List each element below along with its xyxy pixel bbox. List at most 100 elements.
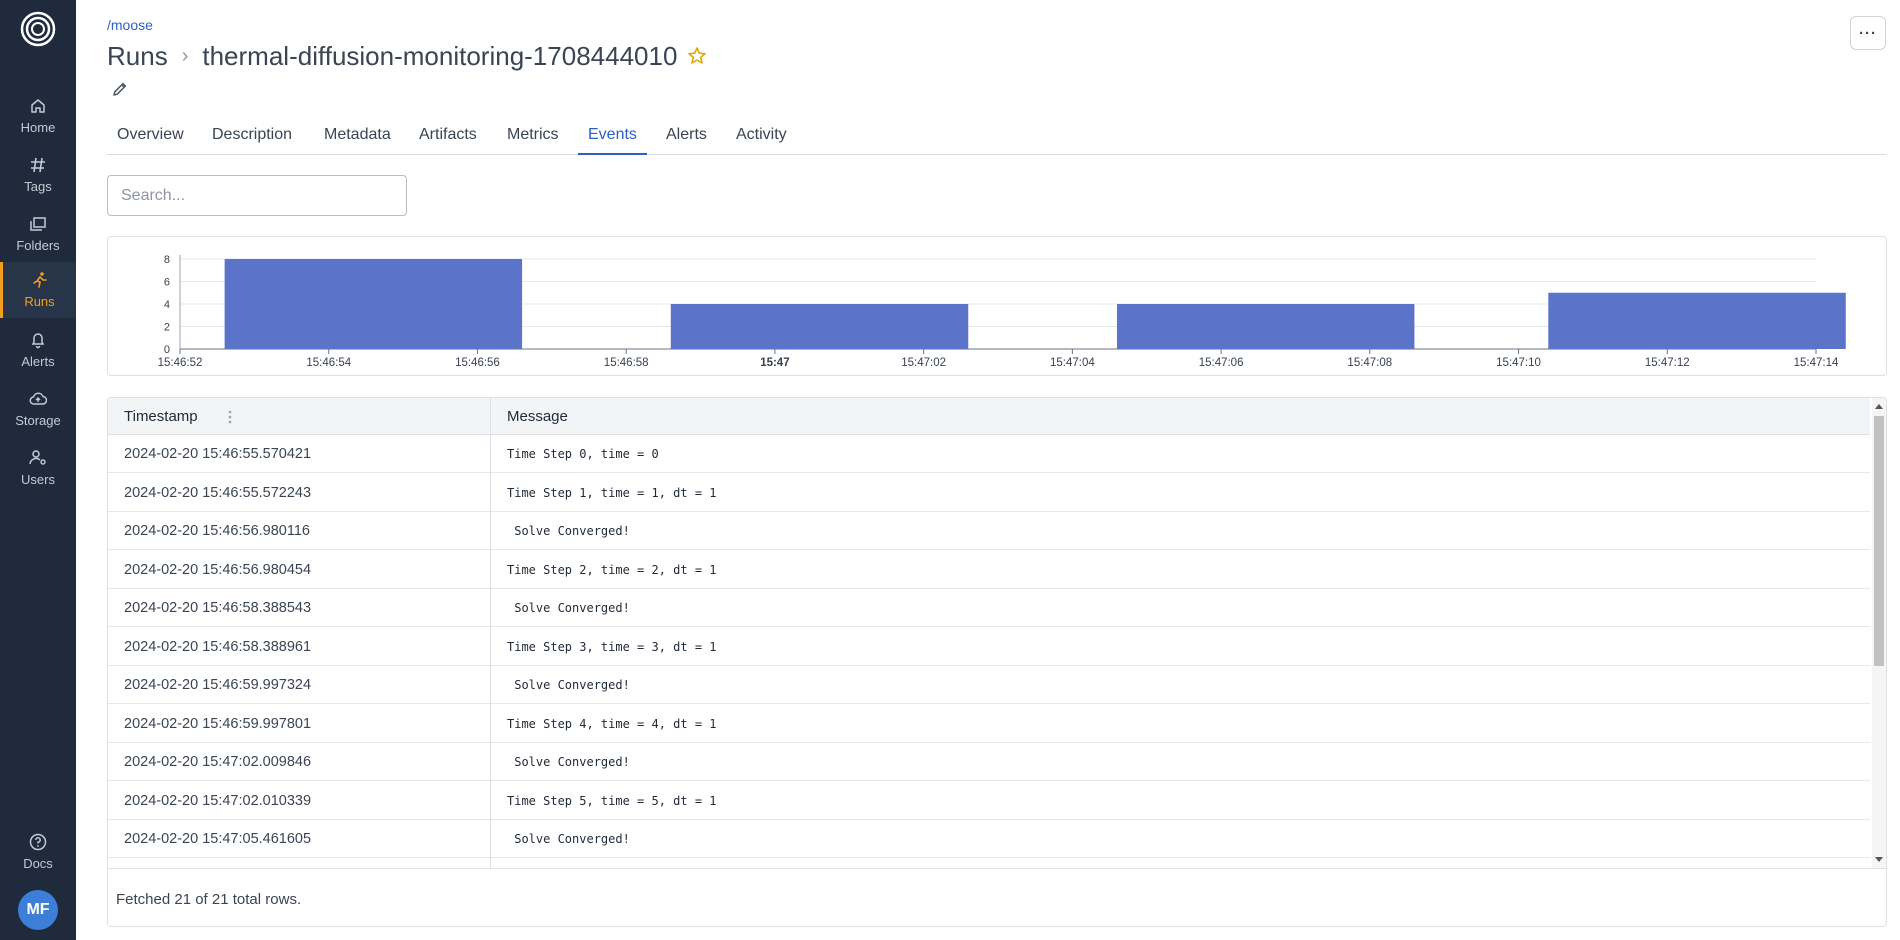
timestamp-cell: 2024-02-20 15:47:02.009846 xyxy=(124,754,312,770)
table-row[interactable]: 2024-02-20 15:46:58.388543 Solve Converg… xyxy=(108,589,1870,627)
message-cell: Time Step 6, time = 6, dt = 1 xyxy=(507,859,717,869)
sidebar-item-tags[interactable]: Tags xyxy=(0,147,76,203)
folders-icon xyxy=(30,217,46,231)
message-cell: Time Step 5, time = 5, dt = 1 xyxy=(507,793,717,808)
x-tick-label: 15:46:58 xyxy=(604,357,649,369)
column-header-timestamp[interactable]: Timestamp xyxy=(124,398,198,435)
message-cell: Solve Converged! xyxy=(507,755,630,769)
column-divider xyxy=(490,398,491,868)
chart-bar xyxy=(224,259,523,349)
sidebar-item-home[interactable]: Home xyxy=(0,88,76,144)
x-tick-label: 15:47:14 xyxy=(1794,357,1839,369)
y-tick-label: 4 xyxy=(164,299,170,311)
breadcrumb-link[interactable]: /moose xyxy=(107,17,153,33)
timestamp-cell: 2024-02-20 15:46:59.997324 xyxy=(124,677,312,693)
timestamp-cell: 2024-02-20 15:46:55.572243 xyxy=(124,484,312,501)
star-icon[interactable] xyxy=(687,46,707,66)
x-tick-label: 15:46:56 xyxy=(455,357,500,369)
sidebar-item-folders[interactable]: Folders xyxy=(0,206,76,262)
table-footer: Fetched 21 of 21 total rows. xyxy=(108,868,1886,926)
tab-metadata[interactable]: Metadata xyxy=(314,124,401,155)
table-row[interactable]: 2024-02-20 15:46:58.388961 Time Step 3, t… xyxy=(108,628,1870,666)
tab-bar: Overview Description Metadata Artifacts … xyxy=(107,120,1887,155)
y-tick-label: 6 xyxy=(164,277,170,289)
page-title: Runs › thermal-diffusion-monitoring-1708… xyxy=(107,40,707,72)
chevron-right-icon: › xyxy=(181,44,189,67)
events-chart: 0 2 4 6 8 15:46:52 15:46:54 15:46:56 15:46:58 15:… xyxy=(158,254,1846,369)
table-row[interactable]: 2024-02-20 15:46:59.997324 Solve Converg… xyxy=(108,666,1870,704)
message-cell: Solve Converged! xyxy=(507,524,630,538)
column-menu-icon[interactable] xyxy=(223,409,237,425)
events-table: Timestamp Message 2024-02-20 15:46:55.57… xyxy=(107,397,1887,927)
row-count-text: Fetched 21 of 21 total rows. xyxy=(116,891,302,908)
x-tick-label: 15:47:12 xyxy=(1645,357,1690,369)
sidebar: Home Tags Folders Runs Alerts Storage Us… xyxy=(0,0,76,940)
timestamp-cell: 2024-02-20 15:47:05.463337 xyxy=(124,859,311,869)
scroll-thumb[interactable] xyxy=(1874,416,1884,666)
message-cell: Time Step 3, time = 3, dt = 1 xyxy=(507,639,717,654)
chart-bar xyxy=(1116,304,1415,349)
message-cell: Solve Converged! xyxy=(507,678,630,692)
column-header-message[interactable]: Message xyxy=(507,398,568,435)
sidebar-item-label: Runs xyxy=(24,294,55,309)
hash-icon xyxy=(31,157,45,173)
x-tick-label: 15:46:54 xyxy=(306,357,351,369)
sidebar-item-alerts[interactable]: Alerts xyxy=(0,322,76,378)
table-scrollbar[interactable] xyxy=(1872,398,1886,868)
tab-artifacts[interactable]: Artifacts xyxy=(409,124,487,155)
tab-alerts[interactable]: Alerts xyxy=(656,124,717,155)
timestamp-cell: 2024-02-20 15:47:02.010339 xyxy=(124,792,312,809)
chart-bar xyxy=(670,304,969,349)
message-cell: Solve Converged! xyxy=(507,832,630,846)
home-icon xyxy=(31,99,45,113)
sidebar-item-storage[interactable]: Storage xyxy=(0,381,76,437)
scroll-up-arrow-icon[interactable] xyxy=(1875,404,1883,409)
message-cell: Time Step 0, time = 0 xyxy=(507,447,659,461)
table-row[interactable]: 2024-02-20 15:46:59.997801 Time Step 4, t… xyxy=(108,705,1870,743)
x-tick-label: 15:46:52 xyxy=(158,357,203,369)
tab-description[interactable]: Description xyxy=(202,124,302,155)
timestamp-cell: 2024-02-20 15:46:58.388961 xyxy=(124,638,312,655)
scroll-down-arrow-icon[interactable] xyxy=(1875,857,1883,862)
breadcrumb-runs[interactable]: Runs xyxy=(107,41,168,72)
sidebar-item-runs[interactable]: Runs xyxy=(0,262,76,318)
table-row[interactable]: 2024-02-20 15:46:56.980454 Time Step 2, t… xyxy=(108,551,1870,589)
x-tick-label: 15:47:04 xyxy=(1050,357,1095,369)
table-row[interactable]: 2024-02-20 15:47:02.010339 Time Step 5, t… xyxy=(108,782,1870,820)
table-row[interactable]: 2024-02-20 15:46:56.980116 Solve Converg… xyxy=(108,512,1870,550)
table-row[interactable]: 2024-02-20 15:47:05.463337 Time Step 6, t… xyxy=(108,859,1870,869)
timestamp-cell: 2024-02-20 15:46:58.388543 xyxy=(124,600,312,616)
timestamp-cell: 2024-02-20 15:46:59.997801 xyxy=(124,715,312,732)
tab-overview[interactable]: Overview xyxy=(107,124,194,155)
run-name: thermal-diffusion-monitoring-1708444010 xyxy=(202,40,678,71)
timestamp-cell: 2024-02-20 15:46:56.980454 xyxy=(124,561,312,578)
sidebar-item-label: Storage xyxy=(15,413,61,428)
y-tick-label: 0 xyxy=(164,344,170,356)
search-input[interactable] xyxy=(107,175,407,216)
help-circle-icon xyxy=(29,833,47,851)
message-cell: Solve Converged! xyxy=(507,601,630,615)
timestamp-cell: 2024-02-20 15:47:05.461605 xyxy=(124,831,312,847)
table-row[interactable]: 2024-02-20 15:46:55.572243 Time Step 1, t… xyxy=(108,474,1870,512)
runner-icon xyxy=(32,272,47,288)
tab-metrics[interactable]: Metrics xyxy=(497,124,569,155)
sidebar-item-users[interactable]: Users xyxy=(0,440,76,496)
table-header: Timestamp Message xyxy=(108,398,1870,435)
y-tick-label: 8 xyxy=(164,254,170,266)
x-tick-label: 15:47:06 xyxy=(1199,357,1244,369)
app-logo[interactable] xyxy=(19,10,57,48)
tab-events[interactable]: Events xyxy=(578,124,647,155)
sidebar-item-docs[interactable]: Docs xyxy=(0,824,76,880)
user-avatar[interactable]: MF xyxy=(18,890,58,930)
x-tick-label: 15:47:02 xyxy=(901,357,946,369)
pencil-icon[interactable] xyxy=(111,80,129,98)
sidebar-item-label: Users xyxy=(21,472,55,487)
table-row[interactable]: 2024-02-20 15:46:55.570421 Time Step 0, t… xyxy=(108,435,1870,473)
table-row[interactable]: 2024-02-20 15:47:02.009846 Solve Converg… xyxy=(108,743,1870,781)
sidebar-item-label: Alerts xyxy=(21,354,55,369)
more-options-button[interactable]: ··· xyxy=(1850,16,1886,50)
x-tick-label: 15:47:08 xyxy=(1347,357,1392,369)
chart-bar xyxy=(1548,292,1846,349)
tab-activity[interactable]: Activity xyxy=(726,124,797,155)
table-row[interactable]: 2024-02-20 15:47:05.461605 Solve Converg… xyxy=(108,820,1870,858)
